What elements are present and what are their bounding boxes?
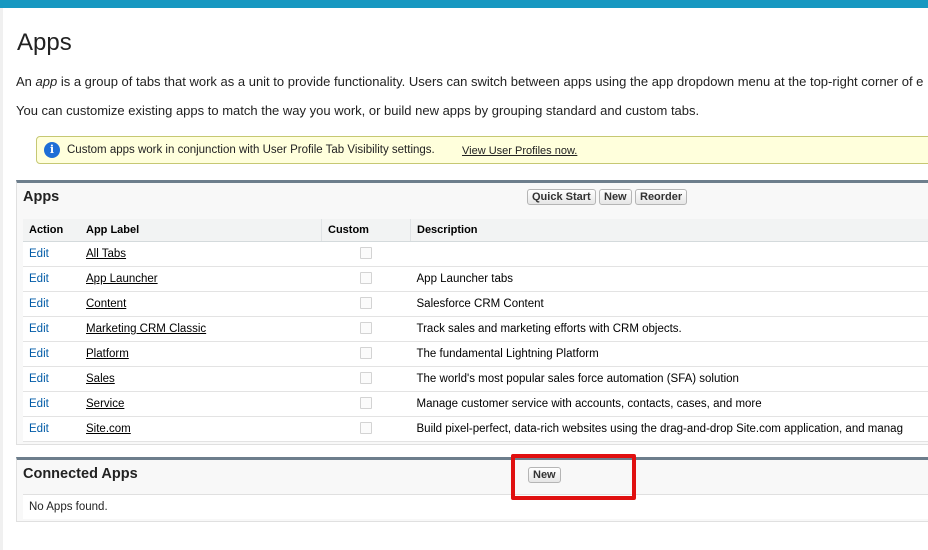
apps-panel-title: Apps	[23, 189, 60, 205]
app-description: Build pixel-perfect, data-rich websites …	[410, 416, 928, 442]
apps-table-header: Action App Label Custom Description	[23, 219, 928, 242]
edit-link[interactable]: Edit	[29, 323, 49, 335]
table-row: Edit Content Salesforce CRM Content	[23, 291, 928, 317]
table-row: Edit All Tabs	[23, 241, 928, 267]
edit-link[interactable]: Edit	[29, 423, 49, 435]
new-app-button[interactable]: New	[599, 189, 632, 205]
app-label-link[interactable]: All Tabs	[86, 248, 126, 260]
highlight-box	[511, 454, 636, 500]
checkbox-icon	[360, 421, 372, 434]
reorder-button[interactable]: Reorder	[635, 189, 688, 205]
info-icon: i	[44, 142, 60, 158]
connected-apps-body: No Apps found.	[23, 494, 928, 519]
app-label-link[interactable]: App Launcher	[86, 273, 158, 285]
edit-link[interactable]: Edit	[29, 398, 49, 410]
app-description: The world's most popular sales force aut…	[410, 366, 928, 392]
app-description: App Launcher tabs	[410, 266, 928, 292]
app-label-link[interactable]: Platform	[86, 348, 129, 360]
checkbox-icon	[360, 396, 372, 409]
info-text: Custom apps work in conjunction with Use…	[67, 144, 435, 156]
apps-table: Action App Label Custom Description Edit…	[23, 219, 928, 442]
edit-link[interactable]: Edit	[29, 273, 49, 285]
connected-apps-panel: Connected Apps New No Apps found.	[16, 457, 928, 522]
table-row: Edit Site.com Build pixel-perfect, data-…	[23, 416, 928, 442]
page-title: Apps	[17, 29, 72, 56]
edit-link[interactable]: Edit	[29, 298, 49, 310]
table-row: Edit Marketing CRM Classic Track sales a…	[23, 316, 928, 342]
intro-paragraph-2: You can customize existing apps to match…	[16, 103, 700, 118]
app-description: Track sales and marketing efforts with C…	[410, 316, 928, 342]
intro-suffix: is a group of tabs that work as a unit t…	[57, 74, 924, 89]
connected-apps-title: Connected Apps	[23, 466, 138, 482]
checkbox-icon	[360, 271, 372, 284]
app-description: Manage customer service with accounts, c…	[410, 391, 928, 417]
checkbox-icon	[360, 321, 372, 334]
intro-prefix: An	[16, 74, 36, 89]
table-row: Edit App Launcher App Launcher tabs	[23, 266, 928, 292]
table-row: Edit Service Manage customer service wit…	[23, 391, 928, 417]
view-user-profiles-link[interactable]: View User Profiles now.	[462, 145, 577, 157]
app-description	[410, 241, 928, 267]
checkbox-icon	[360, 346, 372, 359]
edit-link[interactable]: Edit	[29, 348, 49, 360]
no-apps-text: No Apps found.	[29, 501, 108, 513]
intro-paragraph: An app is a group of tabs that work as a…	[16, 74, 923, 89]
column-custom: Custom	[321, 219, 411, 242]
top-bar	[0, 0, 928, 8]
left-edge	[0, 8, 3, 550]
apps-panel: Apps Quick Start New Reorder Action App …	[16, 180, 928, 445]
app-label-link[interactable]: Site.com	[86, 423, 131, 435]
quick-start-button[interactable]: Quick Start	[527, 189, 596, 205]
intro-em: app	[35, 74, 58, 89]
checkbox-icon	[360, 296, 372, 309]
app-label-link[interactable]: Service	[86, 398, 124, 410]
table-row: Edit Platform The fundamental Lightning …	[23, 341, 928, 367]
app-label-link[interactable]: Marketing CRM Classic	[86, 323, 206, 335]
table-row: Edit Sales The world's most popular sale…	[23, 366, 928, 392]
app-label-link[interactable]: Content	[86, 298, 126, 310]
column-description: Description	[410, 219, 928, 242]
edit-link[interactable]: Edit	[29, 248, 49, 260]
info-message: i Custom apps work in conjunction with U…	[36, 136, 928, 164]
column-app-label: App Label	[80, 219, 322, 242]
app-description: The fundamental Lightning Platform	[410, 341, 928, 367]
app-label-link[interactable]: Sales	[86, 373, 115, 385]
app-description: Salesforce CRM Content	[410, 291, 928, 317]
edit-link[interactable]: Edit	[29, 373, 49, 385]
checkbox-icon	[360, 246, 372, 259]
checkbox-icon	[360, 371, 372, 384]
column-action: Action	[23, 219, 80, 242]
